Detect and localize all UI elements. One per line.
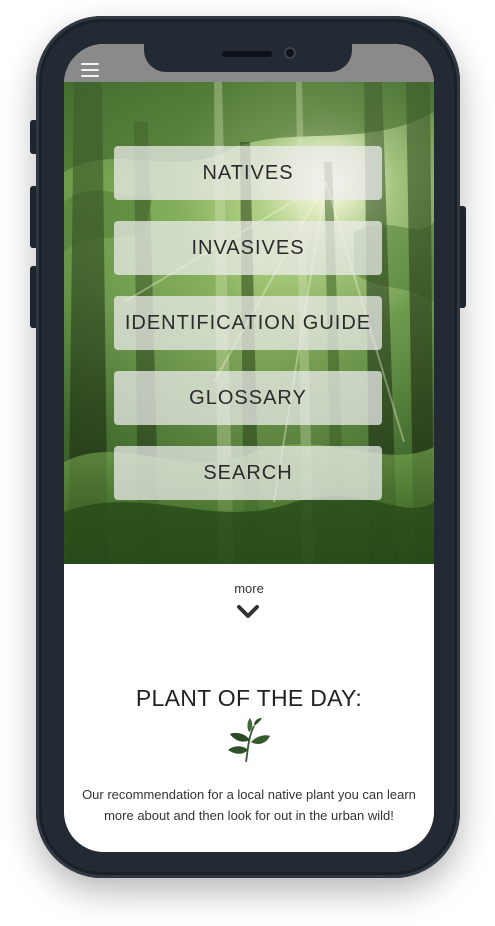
identification-guide-button[interactable]: IDENTIFICATION GUIDE (114, 296, 382, 350)
phone-notch (144, 44, 352, 72)
hero-forest-image: NATIVES INVASIVES IDENTIFICATION GUIDE G… (64, 82, 434, 564)
plant-of-the-day-description: Our recommendation for a local native pl… (82, 787, 416, 823)
search-button[interactable]: SEARCH (114, 446, 382, 500)
leaf-sprig-icon (228, 718, 270, 763)
more-link[interactable]: more (64, 581, 434, 596)
chevron-down-icon[interactable] (236, 604, 260, 620)
glossary-button[interactable]: GLOSSARY (114, 371, 382, 425)
plant-of-the-day-title: PLANT OF THE DAY: (135, 685, 363, 711)
app-screen: NATIVES INVASIVES IDENTIFICATION GUIDE G… (64, 44, 434, 852)
invasives-button[interactable]: INVASIVES (114, 221, 382, 275)
hamburger-menu-icon[interactable] (81, 63, 99, 77)
speaker-grille (222, 51, 272, 57)
front-camera-icon (284, 47, 296, 59)
natives-button[interactable]: NATIVES (114, 146, 382, 200)
